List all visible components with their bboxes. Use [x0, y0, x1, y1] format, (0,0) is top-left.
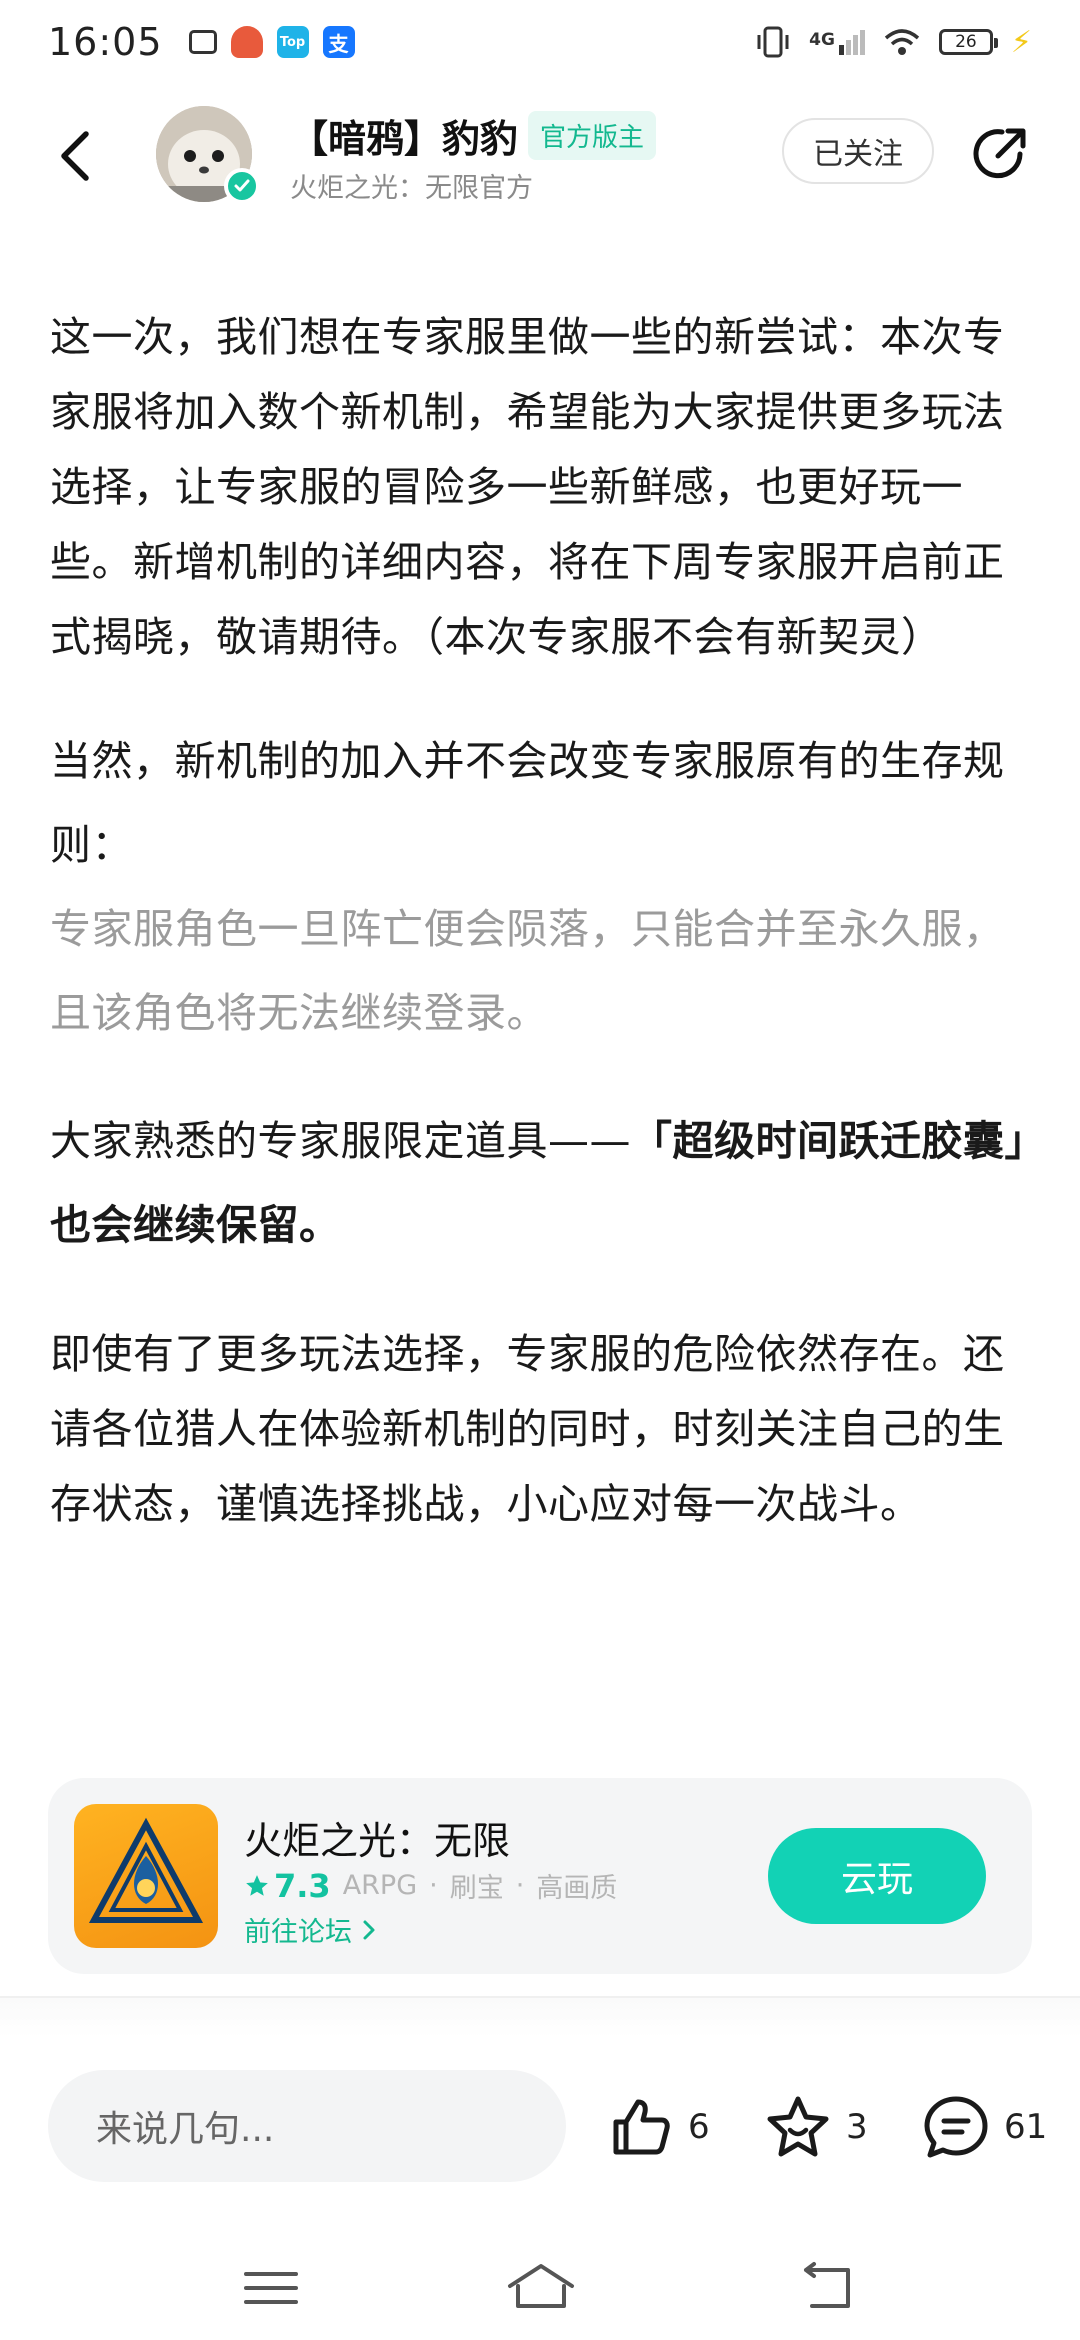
star-icon: [246, 1874, 268, 1896]
divider-band: [0, 1998, 1080, 2038]
battery-indicator: 26: [938, 29, 998, 55]
cloud-play-button[interactable]: 云玩: [768, 1828, 986, 1924]
role-badge: 官方版主: [528, 111, 657, 160]
verified-badge-icon: [224, 168, 260, 204]
game-tag: 高画质: [536, 1873, 618, 1904]
network-type: 4G: [809, 29, 835, 50]
wifi-icon: [884, 29, 920, 55]
recent-apps-button[interactable]: [236, 2260, 306, 2316]
rating-value: 7.3: [274, 1866, 331, 1905]
favorite-button[interactable]: 3: [764, 2090, 868, 2164]
forum-link[interactable]: 前往论坛: [244, 1910, 376, 1949]
signal-icon: 4G: [809, 29, 865, 55]
article-text: 大家熟悉的专家服限定道具——: [50, 1117, 631, 1165]
post-body: 这一次，我们想在专家服里做一些的新尝试：本次专家服将加入数个新机制，希望能为大家…: [50, 300, 1030, 1542]
star-outline-icon: [767, 2096, 829, 2157]
game-rating: 7.3: [244, 1867, 331, 1905]
battery-level: 26: [955, 32, 977, 52]
status-bar: 16:05 Top 支 4G 26 ⚡: [0, 0, 1080, 84]
status-indicators: 4G 26 ⚡: [755, 25, 1032, 60]
status-time: 16:05: [48, 20, 163, 64]
post-header: 【暗鸦】豹豹 官方版主 火炬之光：无限官方 已关注: [0, 96, 1080, 216]
like-button[interactable]: 6: [608, 2090, 710, 2164]
system-back-button[interactable]: [790, 2260, 860, 2316]
system-nav-bar: [0, 2240, 1080, 2340]
like-count: 6: [688, 2107, 710, 2147]
article-paragraph: 大家熟悉的专家服限定道具——「超级时间跃迁胶囊」也会继续保留。: [50, 1099, 1030, 1267]
author-avatar[interactable]: [156, 106, 260, 204]
game-meta: 7.3 ARPG · 刷宝 · 高画质: [244, 1866, 617, 1905]
comment-bubble-icon: [924, 2096, 988, 2158]
game-card[interactable]: 火炬之光：无限 7.3 ARPG · 刷宝 · 高画质 前往论坛 云玩: [48, 1778, 1032, 1974]
follow-button[interactable]: 已关注: [782, 118, 934, 184]
top-icon: Top: [276, 26, 309, 58]
alipay-icon: 支: [322, 26, 355, 58]
article-paragraph: 当然，新机制的加入并不会改变专家服原有的生存规则：: [50, 737, 1005, 869]
post-detail-page: 16:05 Top 支 4G 26 ⚡ 【暗鸦】豹豹 官方版主 火炬之光：无限官…: [0, 0, 1080, 2340]
author-subtitle: 火炬之光：无限官方: [290, 173, 533, 204]
author-name[interactable]: 【暗鸦】豹豹: [290, 108, 518, 163]
article-paragraph: 这一次，我们想在专家服里做一些的新尝试：本次专家服将加入数个新机制，希望能为大家…: [50, 313, 1005, 661]
game-tag: ARPG: [342, 1870, 418, 1901]
article-paragraph-quote: 专家服角色一旦阵亡便会陨落，只能合并至永久服，且该角色将无法继续登录。: [50, 905, 1005, 1037]
torchlight-logo-icon: [88, 1817, 204, 1923]
game-tag: 刷宝: [449, 1873, 504, 1904]
home-button[interactable]: [506, 2260, 576, 2316]
vibrate-icon: [757, 26, 789, 58]
tv-icon: [188, 30, 217, 54]
article-paragraph: 即使有了更多玩法选择，专家服的危险依然存在。还请各位猎人在体验新机制的同时，时刻…: [50, 1330, 1005, 1528]
status-app-icons: Top 支: [188, 26, 355, 58]
back-button[interactable]: [48, 126, 108, 186]
game-icon: [230, 26, 263, 58]
comment-input[interactable]: 来说几句...: [48, 2070, 566, 2182]
favorite-count: 3: [846, 2107, 868, 2147]
thumbs-up-icon: [613, 2099, 670, 2155]
tag-separator: ·: [429, 1870, 438, 1901]
comments-button[interactable]: 61: [922, 2090, 1047, 2164]
share-button[interactable]: [968, 122, 1032, 186]
game-name: 火炬之光：无限: [244, 1819, 511, 1863]
chevron-right-icon: [363, 1920, 375, 1939]
author-row: 【暗鸦】豹豹 官方版主: [290, 108, 657, 163]
forum-link-label: 前往论坛: [244, 1917, 352, 1948]
tag-separator: ·: [515, 1870, 525, 1901]
charging-icon: ⚡: [1010, 24, 1032, 60]
game-app-icon: [74, 1804, 218, 1948]
comment-count: 61: [1004, 2107, 1048, 2147]
